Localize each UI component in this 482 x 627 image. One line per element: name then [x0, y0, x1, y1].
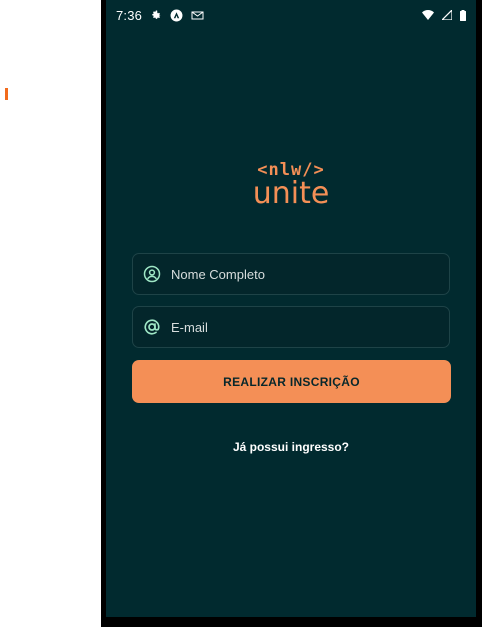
side-marker [5, 88, 8, 100]
app-icon [170, 9, 183, 22]
app-screen: 7:36 <nlw/> unite Nome Completo E-mail R… [106, 0, 476, 617]
wifi-icon [422, 10, 434, 20]
gear-icon [150, 9, 162, 21]
signal-icon [442, 10, 452, 20]
email-field[interactable] [132, 306, 450, 348]
battery-icon [460, 9, 466, 21]
gmail-icon [191, 10, 204, 21]
already-have-ticket-link[interactable]: Já possui ingresso? [106, 440, 476, 454]
page: 7:36 <nlw/> unite Nome Completo E-mail R… [0, 0, 482, 627]
email-input[interactable] [171, 319, 431, 335]
status-left: 7:36 [116, 8, 204, 23]
status-bar: 7:36 [106, 0, 476, 30]
full-name-field[interactable] [132, 253, 450, 295]
full-name-input[interactable] [171, 266, 431, 282]
at-sign-icon [143, 318, 161, 336]
user-circle-icon [143, 265, 161, 283]
register-button[interactable]: REALIZAR INSCRIÇÃO [132, 360, 451, 403]
logo-word-text: unite [252, 176, 330, 211]
status-right [422, 9, 466, 21]
nlw-unite-logo: <nlw/> unite [106, 160, 476, 210]
status-time: 7:36 [116, 7, 143, 23]
